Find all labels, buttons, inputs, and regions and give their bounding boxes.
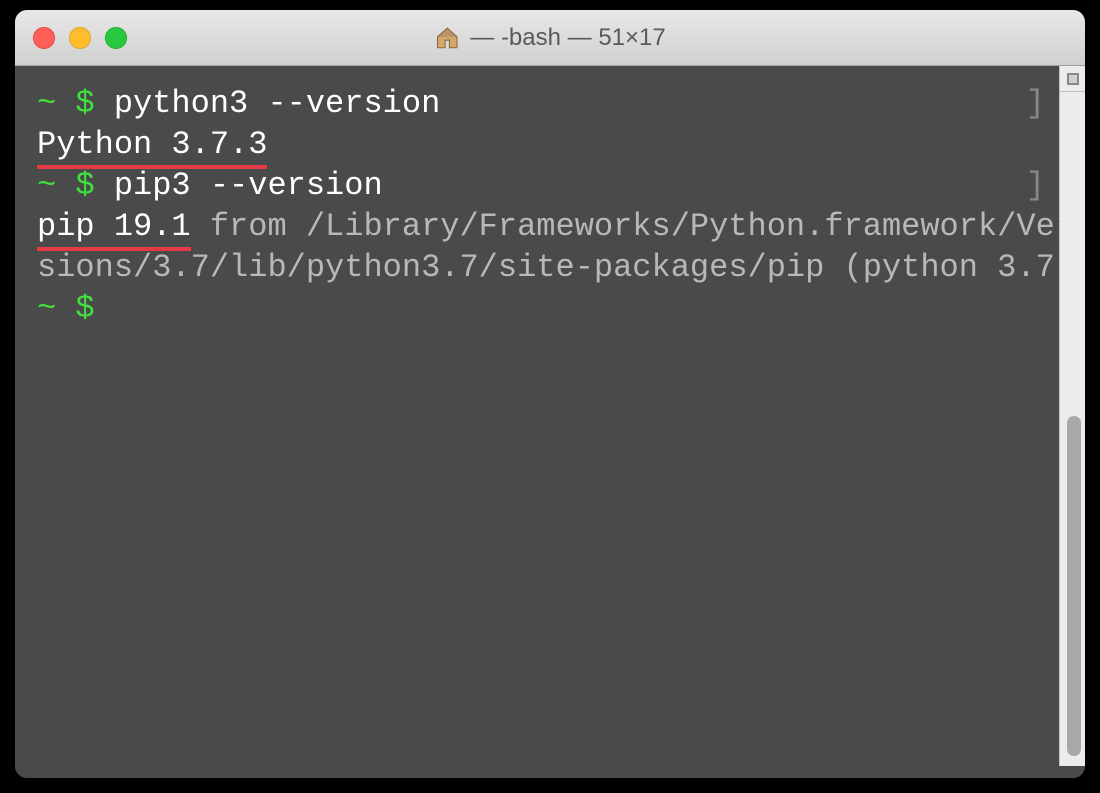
maximize-button[interactable] — [105, 27, 127, 49]
terminal-line: ~ $ pip3 --version] — [37, 166, 1075, 207]
window-title: — -bash — 51×17 — [434, 24, 665, 52]
prompt-tilde: ~ — [37, 290, 56, 327]
titlebar[interactable]: — -bash — 51×17 — [15, 10, 1085, 66]
close-button[interactable] — [33, 27, 55, 49]
terminal-line: ~ $ python3 --version] — [37, 84, 1075, 125]
terminal-line: ~ $ — [37, 289, 1075, 330]
line-end-bracket: ] — [1026, 166, 1045, 207]
prompt-tilde: ~ — [37, 167, 56, 204]
command-text: pip3 --version — [114, 167, 383, 204]
scrollbar-track[interactable] — [1059, 66, 1085, 766]
line-end-bracket: ] — [1026, 84, 1045, 125]
terminal-window: — -bash — 51×17 ~ $ python3 --version] P… — [15, 10, 1085, 778]
scrollbar-thumb[interactable] — [1067, 416, 1081, 756]
scroll-indicator-box[interactable] — [1060, 66, 1085, 92]
minimize-button[interactable] — [69, 27, 91, 49]
home-icon — [434, 25, 460, 51]
terminal-line: Python 3.7.3 — [37, 125, 1075, 166]
prompt-dollar: $ — [75, 290, 94, 327]
scroll-indicator-icon — [1067, 73, 1079, 85]
pip-version-output: pip 19.1 — [37, 207, 191, 248]
traffic-lights — [33, 27, 127, 49]
pip-path-output: from /Library/Frameworks/Python.framewor… — [37, 208, 1074, 286]
python-version-output: Python 3.7.3 — [37, 125, 267, 166]
command-text: python3 --version — [114, 85, 440, 122]
window-title-text: — -bash — 51×17 — [470, 24, 665, 52]
prompt-dollar: $ — [75, 85, 94, 122]
prompt-tilde: ~ — [37, 85, 56, 122]
terminal-body[interactable]: ~ $ python3 --version] Python 3.7.3 ~ $ … — [15, 66, 1085, 778]
terminal-content: ~ $ python3 --version] Python 3.7.3 ~ $ … — [37, 84, 1075, 330]
prompt-dollar: $ — [75, 167, 94, 204]
terminal-line: pip 19.1 from /Library/Frameworks/Python… — [37, 207, 1075, 289]
